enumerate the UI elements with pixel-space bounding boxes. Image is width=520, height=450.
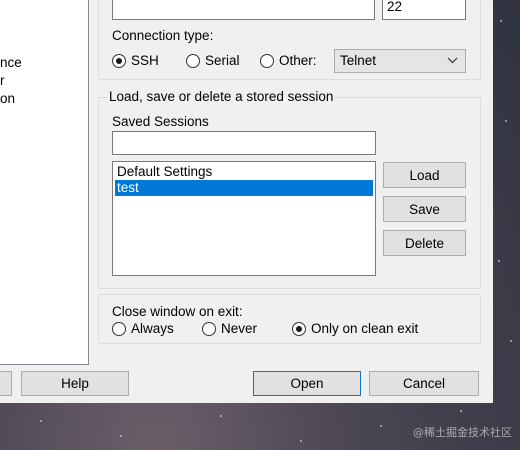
radio-other-indicator bbox=[260, 53, 274, 68]
radio-always-indicator bbox=[112, 321, 126, 336]
radio-ssh-label: SSH bbox=[131, 53, 159, 68]
radio-always-label: Always bbox=[131, 321, 174, 336]
other-protocol-select[interactable]: Telnet bbox=[334, 49, 466, 73]
radio-never-indicator bbox=[202, 321, 216, 336]
radio-never[interactable]: Never bbox=[202, 321, 257, 336]
port-input[interactable]: 22 bbox=[382, 0, 466, 20]
radio-serial-label: Serial bbox=[205, 53, 240, 68]
category-tree[interactable]: nce r on bbox=[0, 0, 89, 365]
tree-item-appearance[interactable]: nce bbox=[0, 55, 22, 70]
saved-sessions-input[interactable] bbox=[112, 131, 376, 155]
load-button[interactable]: Load bbox=[383, 162, 466, 188]
other-protocol-value: Telnet bbox=[340, 53, 377, 68]
radio-other-label: Other: bbox=[279, 53, 317, 68]
radio-other[interactable]: Other: bbox=[260, 53, 317, 68]
tree-item-behaviour[interactable]: r bbox=[0, 73, 5, 88]
radio-ssh[interactable]: SSH bbox=[112, 53, 159, 68]
close-window-group bbox=[98, 294, 481, 344]
putty-configuration-dialog: nce r on 22 Connection type: SSH Serial … bbox=[0, 0, 493, 403]
connection-type-label: Connection type: bbox=[112, 28, 214, 43]
watermark: @稀土掘金技术社区 bbox=[413, 426, 512, 439]
host-name-input[interactable] bbox=[112, 0, 375, 20]
radio-never-label: Never bbox=[221, 321, 258, 336]
saved-sessions-label: Saved Sessions bbox=[112, 114, 209, 129]
radio-only-on-clean-exit-indicator bbox=[292, 321, 306, 336]
radio-ssh-indicator bbox=[112, 53, 126, 68]
radio-only-on-clean-exit[interactable]: Only on clean exit bbox=[292, 321, 418, 336]
stored-session-group-title: Load, save or delete a stored session bbox=[107, 89, 336, 104]
delete-button[interactable]: Delete bbox=[383, 230, 466, 256]
list-item-default-settings[interactable]: Default Settings bbox=[115, 164, 373, 180]
tree-item-translation[interactable]: on bbox=[0, 91, 15, 106]
list-item-test[interactable]: test bbox=[115, 180, 373, 196]
radio-only-on-clean-exit-label: Only on clean exit bbox=[311, 321, 419, 336]
radio-serial-indicator bbox=[186, 53, 200, 68]
save-button[interactable]: Save bbox=[383, 196, 466, 222]
cancel-button[interactable]: Cancel bbox=[369, 371, 479, 396]
saved-sessions-list[interactable]: Default Settings test bbox=[112, 161, 376, 276]
port-value: 22 bbox=[387, 0, 403, 14]
help-button[interactable]: Help bbox=[21, 371, 129, 396]
radio-always[interactable]: Always bbox=[112, 321, 174, 336]
chevron-down-icon bbox=[447, 57, 458, 64]
about-button[interactable] bbox=[0, 371, 12, 396]
open-button[interactable]: Open bbox=[253, 371, 361, 396]
close-window-label: Close window on exit: bbox=[112, 304, 243, 319]
radio-serial[interactable]: Serial bbox=[186, 53, 240, 68]
